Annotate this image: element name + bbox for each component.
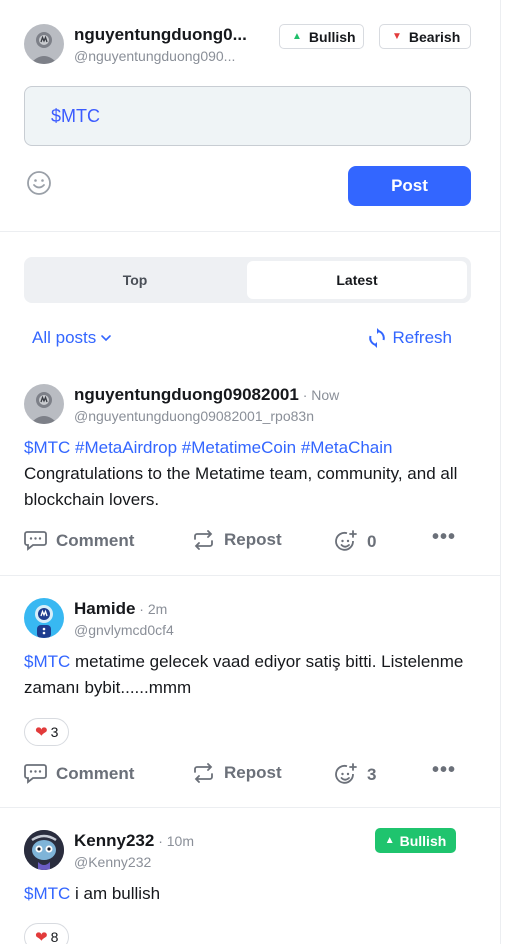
avatar[interactable]: [24, 598, 64, 638]
post-text: i am bullish: [70, 884, 161, 903]
post-author-handle: @Kenny232: [74, 853, 152, 870]
all-posts-label: All posts: [32, 328, 97, 347]
bullish-label: Bullish: [308, 28, 356, 45]
post-header: Kenny232 · 10m @Kenny232: [24, 830, 194, 870]
repost-button[interactable]: Repost: [192, 763, 282, 783]
post-time: · Now: [298, 386, 340, 403]
emoji-icon[interactable]: [26, 170, 52, 196]
post-tags[interactable]: $MTC: [24, 884, 70, 903]
user-avatar-icon: [30, 32, 58, 64]
post-header: nguyentungduong09082001 · Now @nguyentun…: [24, 384, 339, 424]
comment-button[interactable]: Comment: [24, 530, 134, 551]
triangle-down-icon: ▼: [392, 31, 402, 42]
comment-button[interactable]: Comment: [24, 763, 134, 784]
bullish-badge-label: Bullish: [399, 832, 447, 849]
bullish-badge: ▲ Bullish: [375, 828, 456, 853]
bullish-button[interactable]: ▲ Bullish: [279, 24, 364, 49]
like-button[interactable]: 3: [334, 763, 376, 787]
all-posts-dropdown[interactable]: All posts: [32, 328, 112, 348]
refresh-label: Refresh: [392, 328, 452, 347]
post-body: $MTC i am bullish: [24, 881, 464, 907]
user-avatar-icon: [30, 392, 58, 424]
avatar[interactable]: [24, 830, 64, 870]
like-count: 3: [367, 765, 377, 784]
post-input[interactable]: $MTC: [24, 86, 471, 146]
bearish-label: Bearish: [408, 28, 461, 45]
post-author-handle: @nguyentungduong09082001_rpo83n: [74, 407, 314, 424]
post-text: Congratulations to the Metatime team, co…: [24, 464, 458, 509]
chevron-down-icon: [101, 335, 112, 342]
post-time: · 10m: [154, 832, 195, 849]
tab-top[interactable]: Top: [28, 261, 242, 299]
post-body: $MTC #MetaAirdrop #MetatimeCoin #MetaCha…: [24, 435, 464, 513]
like-button[interactable]: 0: [334, 530, 376, 554]
avatar[interactable]: [24, 24, 64, 64]
heart-reaction[interactable]: ❤ 8: [24, 923, 70, 944]
robot-avatar-icon: [35, 605, 53, 638]
post-text: metatime gelecek vaad ediyor satiş bitti…: [24, 652, 464, 697]
composer-user: nguyentungduong0... @nguyentungduong090.…: [24, 24, 264, 64]
heart-icon: ❤: [35, 724, 48, 741]
more-options-button[interactable]: •••: [432, 759, 456, 782]
refresh-button[interactable]: Refresh: [368, 328, 452, 348]
heart-icon: ❤: [35, 929, 48, 944]
heart-reaction[interactable]: ❤ 3: [24, 718, 70, 746]
post-body: $MTC metatime gelecek vaad ediyor satiş …: [24, 649, 464, 701]
post-actions: Comment Repost 0 •••: [24, 526, 464, 554]
triangle-up-icon: ▲: [384, 835, 395, 846]
post-header: Hamide · 2m @gnvlymcd0cf4: [24, 598, 174, 638]
composer-user-handle: @nguyentungduong090...: [74, 47, 236, 64]
post-item: Hamide · 2m @gnvlymcd0cf4 $MTC metatime …: [0, 576, 500, 808]
post-tags[interactable]: $MTC: [24, 652, 70, 671]
post-composer: nguyentungduong0... @nguyentungduong090.…: [0, 0, 500, 232]
comment-icon: [24, 531, 47, 551]
comment-label: Comment: [56, 763, 135, 783]
character-avatar-icon: [24, 830, 64, 870]
composer-user-name[interactable]: nguyentungduong0...: [74, 25, 264, 45]
comment-icon: [24, 764, 47, 784]
comment-label: Comment: [56, 530, 135, 550]
repost-label: Repost: [224, 763, 282, 782]
post-tags[interactable]: $MTC #MetaAirdrop #MetatimeCoin #MetaCha…: [24, 435, 464, 461]
reaction-count: 3: [50, 724, 59, 740]
avatar[interactable]: [24, 384, 64, 424]
repost-button[interactable]: Repost: [192, 530, 282, 550]
add-reaction-icon: [335, 763, 357, 784]
tab-latest[interactable]: Latest: [247, 261, 467, 299]
post-item: Kenny232 · 10m @Kenny232 ▲ Bullish $MTC …: [0, 808, 500, 944]
bearish-button[interactable]: ▼ Bearish: [379, 24, 471, 49]
more-options-button[interactable]: •••: [432, 526, 456, 549]
post-author-name[interactable]: Kenny232: [74, 831, 154, 850]
post-item: nguyentungduong09082001 · Now @nguyentun…: [0, 372, 500, 576]
feed-tabs: Top Latest: [24, 257, 471, 303]
like-count: 0: [367, 532, 377, 551]
reaction-count: 8: [50, 929, 59, 944]
post-input-value: $MTC: [51, 105, 100, 126]
post-author-name[interactable]: nguyentungduong09082001: [74, 385, 299, 404]
add-reaction-icon: [335, 530, 357, 551]
post-author-handle: @gnvlymcd0cf4: [74, 621, 174, 638]
triangle-up-icon: ▲: [292, 31, 302, 42]
post-time: · 2m: [135, 600, 168, 617]
repost-icon: [194, 530, 213, 550]
repost-label: Repost: [224, 530, 282, 549]
refresh-icon: [369, 328, 386, 348]
post-button[interactable]: Post: [348, 166, 471, 206]
repost-icon: [194, 763, 213, 783]
post-author-name[interactable]: Hamide: [74, 599, 135, 618]
stream-panel: nguyentungduong0... @nguyentungduong090.…: [0, 0, 501, 944]
post-actions: Comment Repost 3 •••: [24, 759, 464, 787]
